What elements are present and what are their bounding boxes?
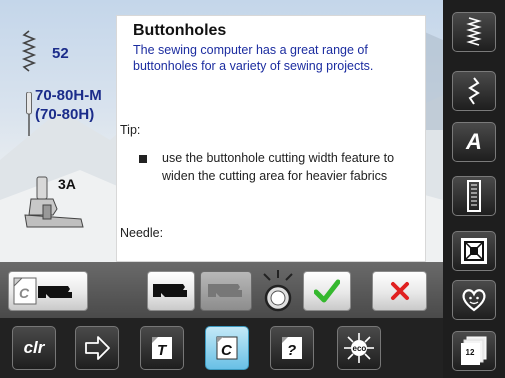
needle-size: 70-80H-M xyxy=(35,87,102,104)
personal-program-button[interactable] xyxy=(452,280,496,320)
clear-label: clr xyxy=(23,338,45,357)
pointing-hand-icon xyxy=(208,284,242,297)
help-pointer-button[interactable]: C xyxy=(8,271,88,311)
t-page-icon: T xyxy=(152,337,172,359)
tab-t-button[interactable]: T xyxy=(140,326,184,370)
buttonhole-button[interactable] xyxy=(452,176,496,216)
stitch-pattern-button[interactable] xyxy=(452,12,496,52)
needle-alt-size: (70-80H) xyxy=(35,106,95,123)
help-description: The sewing computer has a great range of… xyxy=(133,43,374,73)
svg-text:C: C xyxy=(221,342,233,359)
quilt-icon xyxy=(461,238,487,264)
stitch-icon xyxy=(21,30,37,72)
question-page-icon: ? xyxy=(282,337,302,359)
stitch-number: 52 xyxy=(52,45,69,62)
svg-text:C: C xyxy=(19,285,30,301)
svg-text:eco: eco xyxy=(353,344,367,353)
svg-text:?: ? xyxy=(287,342,296,359)
heart-icon xyxy=(462,289,486,312)
quilt-button[interactable] xyxy=(452,231,496,271)
decorative-stitch-icon xyxy=(468,77,480,105)
knob-icon[interactable] xyxy=(258,268,298,314)
arrow-right-icon xyxy=(85,336,110,360)
help-tip-label: Tip: xyxy=(120,123,141,137)
memory-page-number: 12 xyxy=(465,348,475,357)
hand-pointer-disabled-button[interactable] xyxy=(200,271,252,311)
tab-question-button[interactable]: ? xyxy=(270,326,314,370)
pointing-hand-icon xyxy=(153,284,187,297)
help-needle-label: Needle: xyxy=(120,226,164,240)
stitch-pattern-icon xyxy=(466,17,482,46)
alphabet-label: A xyxy=(466,129,482,154)
help-title: Buttonholes xyxy=(133,22,227,39)
eco-button[interactable]: eco xyxy=(337,326,381,370)
decorative-stitch-button[interactable] xyxy=(452,71,496,111)
help-bullet-text: use the buttonhole cutting width feature… xyxy=(162,151,395,183)
clear-button[interactable]: clr xyxy=(12,326,56,370)
help-panel[interactable]: Buttonholes The sewing computer has a gr… xyxy=(116,15,426,262)
cancel-button[interactable] xyxy=(372,271,427,311)
c-help-icon: C xyxy=(13,277,72,305)
sewing-screen: 52 70-80H-M (70-80H) 3A Buttonholes The … xyxy=(0,0,505,378)
c-page-icon: C xyxy=(216,336,238,360)
help-overflow-text: . xyxy=(197,255,397,261)
home-arrow-button[interactable] xyxy=(75,326,119,370)
tab-c-button[interactable]: C xyxy=(205,326,249,370)
bullet-icon xyxy=(139,155,147,163)
eco-icon: eco xyxy=(344,333,374,363)
hand-pointer-button[interactable] xyxy=(147,271,195,311)
needle-icon xyxy=(26,92,32,136)
presser-foot-icon xyxy=(24,176,84,228)
alphabet-button[interactable]: A xyxy=(452,122,496,162)
memory-button[interactable]: 12 xyxy=(452,331,496,371)
confirm-button[interactable] xyxy=(303,271,351,311)
checkmark-icon xyxy=(314,279,340,303)
close-icon xyxy=(390,282,409,300)
buttonhole-icon xyxy=(467,180,481,212)
